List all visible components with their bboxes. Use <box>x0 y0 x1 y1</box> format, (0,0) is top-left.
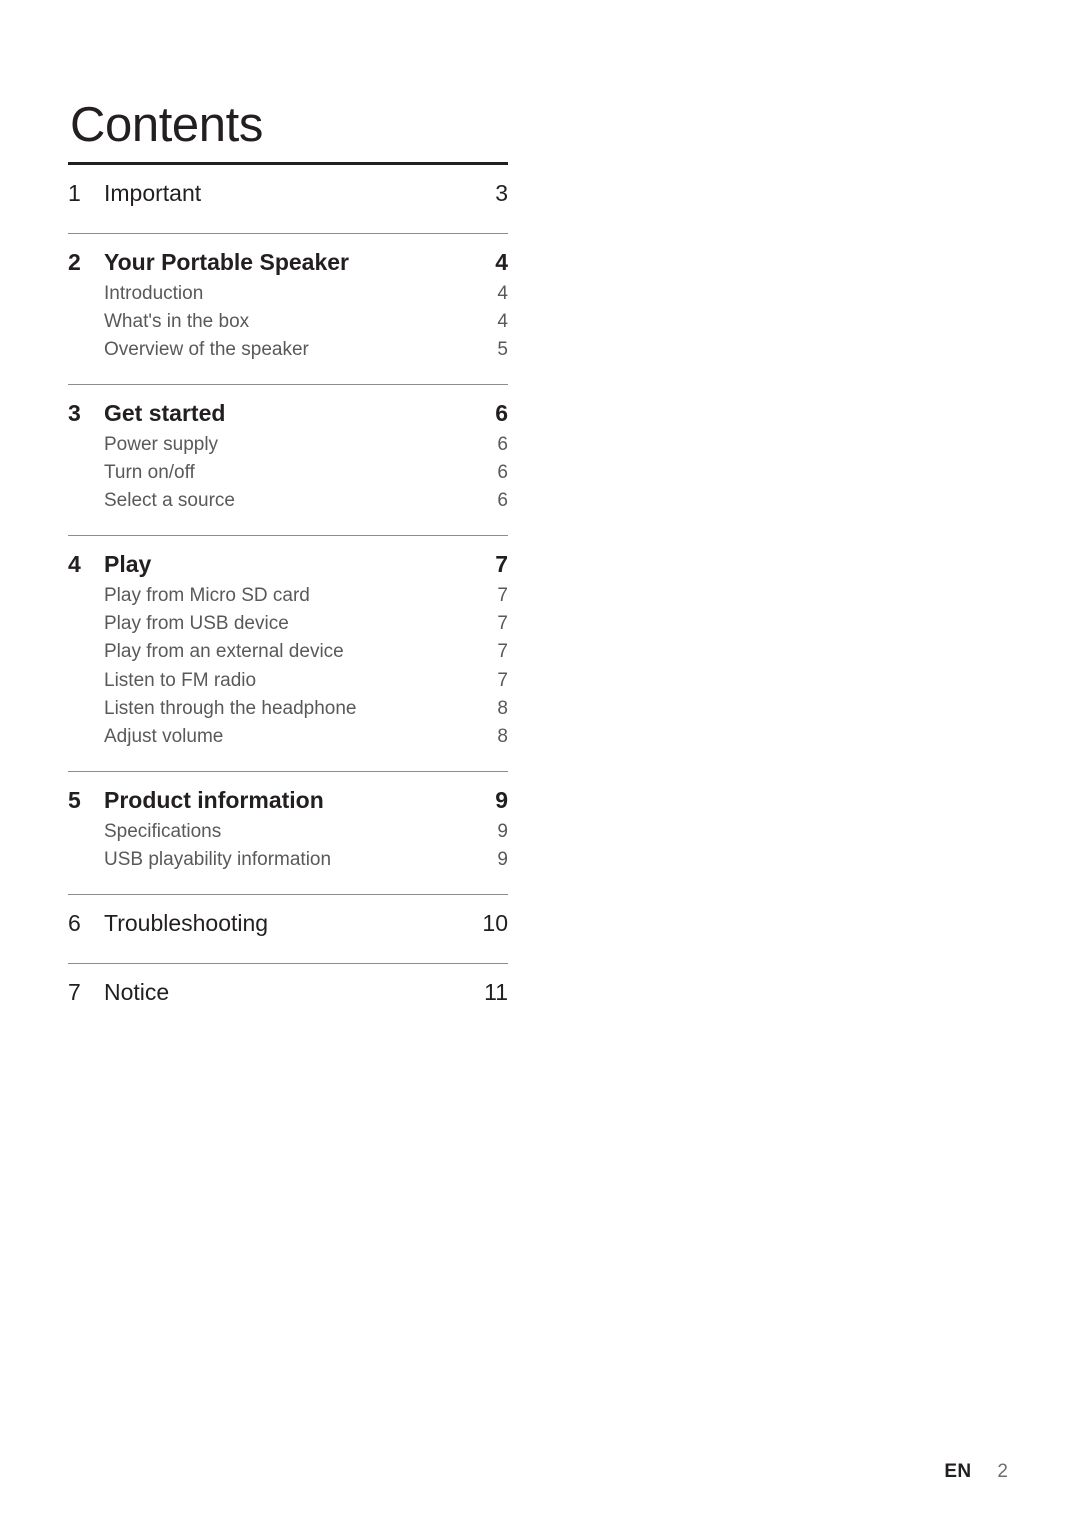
toc-subentry-page: 9 <box>497 820 508 842</box>
toc-chapter-page: 7 <box>495 551 508 578</box>
toc-chapter-title: Get started <box>104 400 226 427</box>
toc-subentry-label: Play from Micro SD card <box>104 585 310 607</box>
toc-body: 1 Important 3 2 Your Portable Speaker 4 Introd… <box>68 165 508 1032</box>
toc-section: 2 Your Portable Speaker 4 Introduction 4 What… <box>68 234 508 384</box>
toc-subentry-label: Introduction <box>104 282 204 304</box>
toc-subentry-label: Play from USB device <box>104 613 289 635</box>
toc-subentry-page: 6 <box>497 434 508 455</box>
toc-subentry-row[interactable]: Listen to FM radio 7 <box>68 667 508 695</box>
toc-subentry-label: Specifications <box>104 820 222 842</box>
toc-subentry-row[interactable]: USB playability information 9 <box>68 846 508 874</box>
toc-subentry-row[interactable]: Power supply 6 <box>68 431 508 459</box>
toc-chapter-number: 3 <box>68 400 81 427</box>
toc-subentry-label: Listen to FM radio <box>104 669 257 691</box>
toc-subentry-page: 6 <box>497 462 508 484</box>
toc-chapter-number: 1 <box>68 180 81 206</box>
toc-section: 4 Play 7 Play from Micro SD card 7 Play from … <box>68 536 508 771</box>
table-of-contents: 1 Important 3 2 Your Portable Speaker 4 Introd… <box>68 162 508 1032</box>
toc-section: 6 Troubleshooting 10 <box>68 895 508 963</box>
toc-subentry-label: Turn on/off <box>104 462 195 484</box>
toc-section: 5 Product information 9 Specifications 9 USB … <box>68 772 508 894</box>
toc-subentry-row[interactable]: Specifications 9 <box>68 818 508 846</box>
toc-subentry-page: 8 <box>497 725 508 747</box>
toc-chapter-page: 6 <box>495 400 508 427</box>
toc-subentry-page: 5 <box>497 339 508 360</box>
footer-page-number: 2 <box>997 1461 1008 1482</box>
toc-chapter-title: Important <box>104 180 202 206</box>
toc-subentry-row[interactable]: Play from an external device 7 <box>68 638 508 666</box>
toc-chapter-row[interactable]: 5 Product information 9 <box>68 772 508 818</box>
toc-subentry-label: Select a source <box>104 490 235 512</box>
toc-subentry-label: Play from an external device <box>104 641 344 663</box>
toc-chapter-page: 9 <box>495 786 508 813</box>
toc-chapter-number: 4 <box>68 551 81 578</box>
toc-subentry-page: 7 <box>497 669 508 691</box>
page-footer: EN 2 <box>944 1461 1008 1483</box>
toc-subentry-row[interactable]: Turn on/off 6 <box>68 459 508 487</box>
toc-chapter-title: Product information <box>104 786 324 813</box>
toc-subentry-page: 7 <box>497 585 508 607</box>
page-title: Contents <box>70 97 263 152</box>
footer-language-code: EN <box>944 1461 972 1482</box>
toc-subentry-label: What's in the box <box>104 310 250 332</box>
toc-chapter-number: 7 <box>68 978 81 1005</box>
toc-subentry-page: 7 <box>497 613 508 635</box>
toc-chapter-row[interactable]: 4 Play 7 <box>68 536 508 582</box>
toc-subentry-row[interactable]: Overview of the speaker 5 <box>68 336 508 364</box>
toc-subentry-label: Adjust volume <box>104 725 224 747</box>
toc-subentry-row[interactable]: Adjust volume 8 <box>68 723 508 751</box>
toc-subentry-label: USB playability information <box>104 848 332 870</box>
toc-chapter-row[interactable]: 1 Important 3 <box>68 165 508 211</box>
toc-subentry-row[interactable]: Introduction 4 <box>68 280 508 308</box>
toc-subentry-page: 4 <box>497 310 508 332</box>
toc-subentry-row[interactable]: What's in the box 4 <box>68 308 508 336</box>
toc-subentry-row[interactable]: Play from USB device 7 <box>68 610 508 638</box>
toc-chapter-page: 3 <box>495 180 508 206</box>
toc-subentry-row[interactable]: Play from Micro SD card 7 <box>68 582 508 610</box>
toc-chapter-title: Troubleshooting <box>104 909 269 936</box>
toc-subentry-label: Listen through the headphone <box>104 697 357 719</box>
toc-chapter-page: 4 <box>495 248 508 275</box>
toc-chapter-number: 5 <box>68 786 81 813</box>
toc-subentry-label: Overview of the speaker <box>104 339 309 360</box>
toc-subentry-row[interactable]: Listen through the headphone 8 <box>68 695 508 723</box>
toc-chapter-title: Play <box>104 551 152 578</box>
toc-section: 7 Notice 11 <box>68 964 508 1032</box>
toc-section: 3 Get started 6 Power supply 6 Turn on/off 6 Se… <box>68 385 508 535</box>
document-page: Contents 1 Important 3 2 Your Portable Speak… <box>0 0 1080 1527</box>
toc-chapter-page: 10 <box>482 909 508 936</box>
toc-chapter-title: Notice <box>104 978 170 1005</box>
toc-chapter-row[interactable]: 3 Get started 6 <box>68 385 508 431</box>
toc-subentry-label: Power supply <box>104 434 219 455</box>
toc-chapter-number: 6 <box>68 909 81 936</box>
toc-subentry-page: 7 <box>497 641 508 663</box>
toc-chapter-page: 11 <box>484 978 508 1005</box>
toc-section: 1 Important 3 <box>68 165 508 233</box>
toc-chapter-row[interactable]: 2 Your Portable Speaker 4 <box>68 234 508 280</box>
toc-subentry-page: 4 <box>497 282 508 304</box>
toc-subentry-page: 9 <box>497 848 508 870</box>
toc-chapter-title: Your Portable Speaker <box>104 248 349 275</box>
toc-chapter-row[interactable]: 7 Notice 11 <box>68 964 508 1010</box>
toc-chapter-number: 2 <box>68 248 81 275</box>
toc-subentry-row[interactable]: Select a source 6 <box>68 487 508 515</box>
toc-subentry-page: 6 <box>497 490 508 512</box>
toc-subentry-page: 8 <box>497 697 508 719</box>
toc-chapter-row[interactable]: 6 Troubleshooting 10 <box>68 895 508 941</box>
